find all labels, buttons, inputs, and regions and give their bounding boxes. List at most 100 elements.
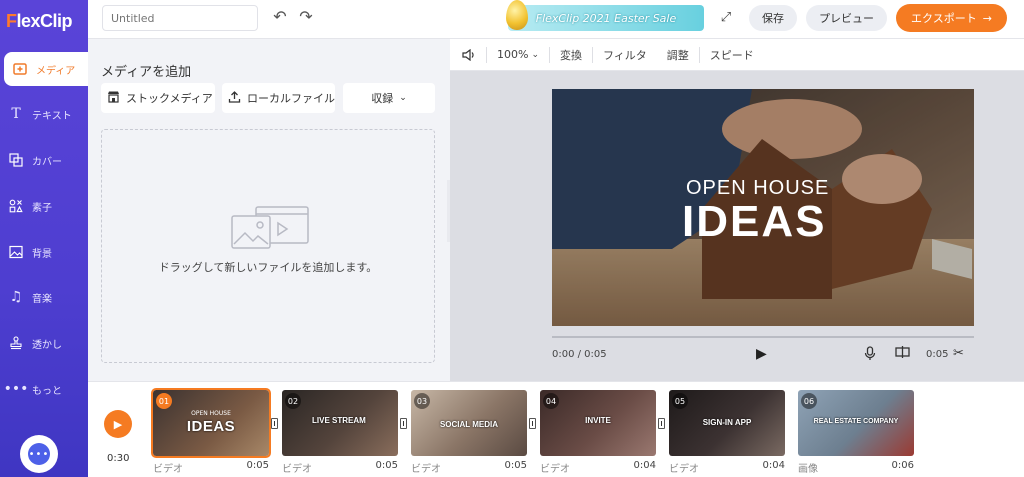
video-preview[interactable]: OPEN HOUSE IDEAS [552,89,974,326]
clip-type: ビデオ [282,464,312,475]
logo-text: lexClip [16,11,73,31]
clip-type: ビデオ [411,464,441,475]
sidebar-item-music[interactable]: ♫ 音楽 [0,280,88,314]
sidebar-item-label: もっと [32,385,62,397]
background-icon [8,244,24,260]
play-icon[interactable]: ▶ [756,346,767,362]
timeline-play-button[interactable]: ▶ [104,410,132,438]
local-file-label: ローカルファイル [247,92,335,105]
split-icon[interactable] [895,345,910,363]
media-panel-title: メディアを追加 [101,65,192,80]
sidebar-item-label: テキスト [32,110,72,122]
transition-icon[interactable] [658,418,665,429]
timeline: ▶ 0:30 01 OPEN HOUSE IDEAS ビデオ 0:05 02 L… [88,381,1024,477]
clip-caption: INVITE [585,416,611,425]
chat-button[interactable]: ••• [20,435,58,473]
redo-icon[interactable]: ↷ [296,7,316,27]
store-icon [107,90,120,106]
transition-icon[interactable] [400,418,407,429]
more-icon: ••• [3,381,29,397]
text-icon: T [11,106,21,122]
clip-number: 01 [156,393,172,409]
sidebar-item-label: 音楽 [32,293,52,305]
sidebar-item-more[interactable]: ••• もっと [0,372,88,406]
sidebar: FlexClip メディア T テキスト カバー 素子 背景 ♫ 音楽 透かし [0,0,88,477]
arrow-right-icon: → [982,11,992,25]
sidebar-item-label: メディア [36,65,76,77]
zoom-select[interactable]: 100% ⌄ [487,46,549,64]
chevron-down-icon: ⌄ [531,49,539,60]
play-icon: ▶ [113,417,123,431]
current-time: 0:00 / 0:05 [552,349,607,360]
timeline-clip[interactable]: 03 SOCIAL MEDIA [411,390,527,456]
adjust-tool[interactable]: 調整 [657,46,699,64]
video-title-main: IDEAS [682,197,827,246]
timeline-clip[interactable]: 02 LIVE STREAM [282,390,398,456]
clip-type: ビデオ [669,464,699,475]
transition-icon[interactable] [271,418,278,429]
upload-icon [228,90,241,106]
fullscreen-icon[interactable]: ⤢ [716,8,736,28]
flexclip-logo[interactable]: FlexClip [6,11,73,32]
sidebar-item-label: 素子 [32,202,52,214]
dropzone-text: ドラッグして新しいファイルを追加します。 [158,261,378,274]
filter-tool[interactable]: フィルタ [593,46,657,64]
clip-duration: 0:04 [762,460,785,471]
export-label: エクスポート [911,12,977,25]
clip-duration: 0:05 [926,349,949,360]
preview-button[interactable]: プレビュー [806,5,887,31]
clip-duration: 0:05 [246,460,269,471]
record-button[interactable]: 収録 ⌄ [343,83,435,113]
media-plus-icon [12,61,28,77]
clip-number: 06 [801,393,817,409]
sidebar-item-cover[interactable]: カバー [0,143,88,177]
export-button[interactable]: エクスポート → [896,4,1007,32]
clip-caption: REAL ESTATE COMPANY [813,418,899,425]
sidebar-item-label: 透かし [32,339,62,351]
sidebar-item-text[interactable]: T テキスト [0,97,88,131]
sidebar-item-watermark[interactable]: 透かし [0,326,88,360]
music-icon: ♫ [9,289,23,305]
clip-type: ビデオ [153,464,183,475]
clip-subcaption: OPEN HOUSE [191,410,231,417]
local-file-button[interactable]: ローカルファイル [222,83,335,113]
promo-text: FlexClip 2021 Easter Sale [535,11,677,25]
media-panel: メディアを追加 ストックメディア ローカルファイル 収録 ⌄ ドラッグして新しい… [88,39,450,381]
transition-icon[interactable] [529,418,536,429]
transition-tool[interactable]: 変換 [550,46,592,64]
timeline-total-time: 0:30 [107,453,130,464]
easter-egg-icon [506,0,528,30]
clip-caption: IDEAS [186,418,236,435]
media-dropzone[interactable]: ドラッグして新しいファイルを追加します。 [101,129,435,363]
stock-media-button[interactable]: ストックメディア [101,83,215,113]
stock-media-label: ストックメディア [126,92,213,105]
save-button[interactable]: 保存 [749,5,797,31]
promo-banner[interactable]: FlexClip 2021 Easter Sale [508,5,704,31]
clip-number: 03 [414,393,430,409]
microphone-icon[interactable] [864,346,876,365]
timeline-clip[interactable]: 01 OPEN HOUSE IDEAS [151,388,271,458]
clip-type: 画像 [798,464,818,475]
cover-icon [8,152,24,168]
volume-icon[interactable] [450,46,486,64]
clip-type: ビデオ [540,464,570,475]
sidebar-item-media[interactable]: メディア [4,52,88,86]
undo-icon[interactable]: ↶ [270,7,290,27]
top-bar: ↶ ↷ FlexClip 2021 Easter Sale ⤢ 保存 プレビュー… [88,0,1024,39]
chevron-down-icon: ⌄ [399,93,407,103]
zoom-value: 100% [497,48,529,61]
scissors-icon[interactable]: ✂ [953,346,964,361]
timeline-clip[interactable]: 04 INVITE [540,390,656,456]
sidebar-item-elements[interactable]: 素子 [0,189,88,223]
preview-toolbar: 100% ⌄ 変換 フィルタ 調整 スピード [450,39,1024,71]
clip-number: 05 [672,393,688,409]
timeline-clip[interactable]: 05 SIGN-IN APP [669,390,785,456]
clip-number: 04 [543,393,559,409]
project-title-input[interactable] [102,5,258,31]
speed-tool[interactable]: スピード [700,46,764,64]
clip-duration: 0:05 [375,460,398,471]
timeline-clip[interactable]: 06 REAL ESTATE COMPANY [798,390,914,456]
logo-mark: F [6,11,17,31]
playback-progress[interactable] [552,336,974,338]
sidebar-item-background[interactable]: 背景 [0,235,88,269]
